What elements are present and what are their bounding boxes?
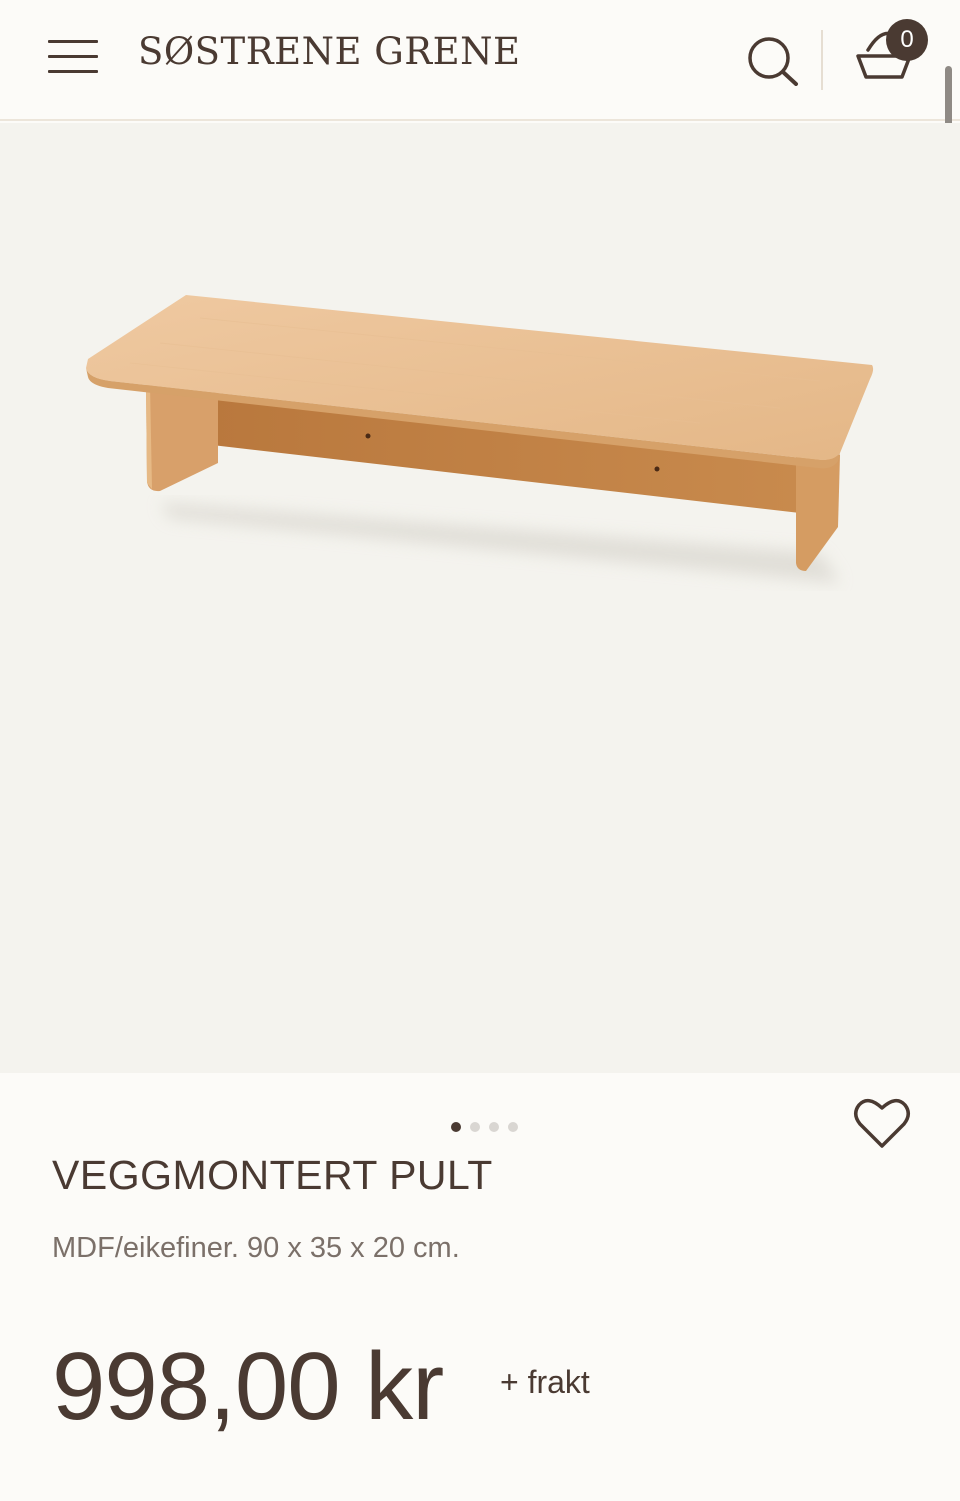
carousel-dots xyxy=(451,1122,518,1132)
carousel-dot[interactable] xyxy=(489,1122,499,1132)
carousel-dot[interactable] xyxy=(508,1122,518,1132)
menu-icon-bar xyxy=(48,55,98,58)
desk-illustration xyxy=(86,295,874,583)
menu-icon[interactable] xyxy=(48,40,98,74)
header-divider xyxy=(821,30,823,90)
menu-icon-bar xyxy=(48,70,98,73)
cart-count-badge: 0 xyxy=(886,19,928,61)
product-image[interactable] xyxy=(0,123,960,1073)
heart-icon[interactable] xyxy=(853,1096,911,1150)
search-icon[interactable] xyxy=(745,34,801,86)
carousel-dot[interactable] xyxy=(451,1122,461,1132)
brand-logo[interactable]: SØSTRENE GRENE xyxy=(138,30,521,73)
shipping-note: + frakt xyxy=(500,1364,590,1400)
product-title: VEGGMONTERT PULT xyxy=(52,1152,493,1198)
carousel-dot[interactable] xyxy=(470,1122,480,1132)
product-description: MDF/eikefiner. 90 x 35 x 20 cm. xyxy=(52,1232,460,1264)
site-header: SØSTRENE GRENE 0 xyxy=(0,0,960,121)
menu-icon-bar xyxy=(48,40,98,43)
product-price: 998,00 kr xyxy=(52,1333,444,1440)
